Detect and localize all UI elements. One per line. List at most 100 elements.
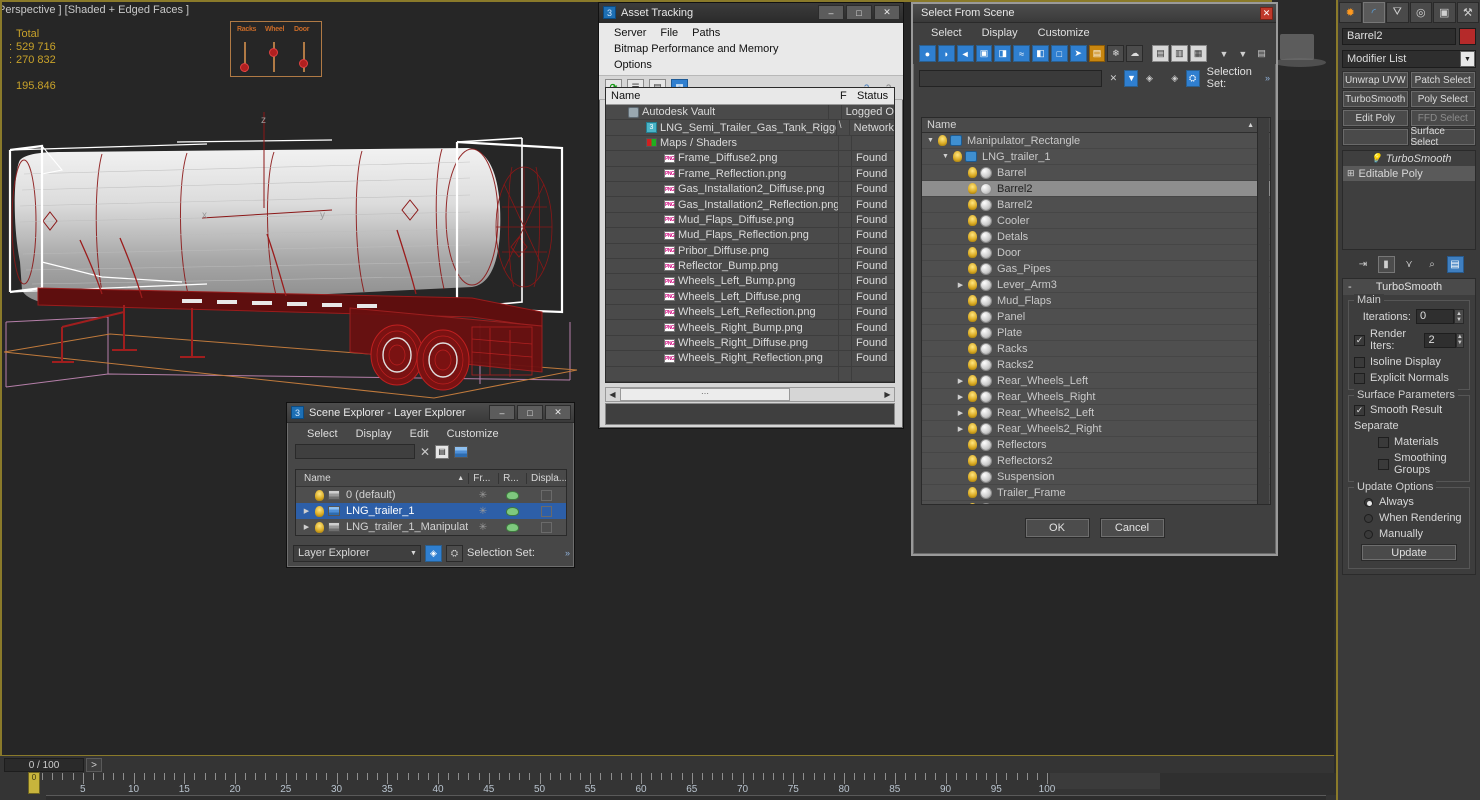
- scene-explorer-menubar[interactable]: Select Display Edit Customize: [287, 423, 574, 444]
- table-row[interactable]: PNG Gas_Installation2_Reflection.png Found: [606, 197, 894, 213]
- lightbulb-icon[interactable]: [968, 375, 977, 386]
- render-icon[interactable]: [505, 490, 519, 500]
- lightbulb-icon[interactable]: [968, 343, 977, 354]
- lightbulb-icon[interactable]: [968, 471, 977, 482]
- table-row[interactable]: PNG Wheels_Right_Reflection.png Found: [606, 351, 894, 367]
- update-when-rendering-row[interactable]: When Rendering: [1354, 512, 1464, 524]
- explicit-normals-row[interactable]: Explicit Normals: [1354, 372, 1464, 384]
- collapse-icon[interactable]: ▥: [1170, 45, 1188, 62]
- table-row[interactable]: PNG Frame_Reflection.png Found: [606, 166, 894, 182]
- sfs-titlebar[interactable]: Select From Scene ✕: [913, 4, 1276, 23]
- sfs-menubar[interactable]: Select Display Customize: [913, 23, 1276, 43]
- chevron-right-icon[interactable]: ▶: [956, 425, 965, 433]
- object-name-row[interactable]: Barrel2: [1338, 25, 1480, 48]
- chevron-right-icon[interactable]: ▶: [956, 393, 965, 401]
- tree-node[interactable]: Detals: [922, 229, 1270, 245]
- command-panel[interactable]: ✹ ◜ ⛛ ◎ ▣ ⚒ Barrel2 Modifier List ▼ Unwr…: [1336, 0, 1480, 800]
- chevron-right-icon[interactable]: ▶: [302, 507, 311, 515]
- table-row[interactable]: PNG Reflector_Bump.png Found: [606, 258, 894, 275]
- next-frame-button[interactable]: >: [86, 757, 102, 772]
- search-input[interactable]: [295, 444, 415, 459]
- tree-node[interactable]: Gas_Pipes: [922, 261, 1270, 277]
- expand-icon[interactable]: ▤: [1152, 45, 1169, 62]
- containers-icon[interactable]: ▤: [1088, 45, 1106, 62]
- table-row[interactable]: PNG Mud_Flaps_Diffuse.png Found: [606, 212, 894, 229]
- layer-icon[interactable]: ◈: [1168, 70, 1182, 87]
- render-icon[interactable]: [505, 506, 519, 516]
- geometry-icon[interactable]: ●: [919, 45, 936, 62]
- explicit-normals-checkbox[interactable]: [1354, 372, 1365, 384]
- table-row[interactable]: PNG Wheels_Left_Bump.png Found: [606, 274, 894, 290]
- tree-node[interactable]: Racks2: [922, 357, 1270, 373]
- table-row[interactable]: PNG Gas_Installation2_Diffuse.png Found: [606, 181, 894, 198]
- maximize-button[interactable]: □: [846, 5, 872, 20]
- chevron-right-icon[interactable]: ▶: [956, 377, 965, 385]
- layers-icon[interactable]: ◈: [425, 544, 442, 562]
- freeze-icon[interactable]: ✳: [468, 522, 498, 533]
- sfs-search-row[interactable]: ✕ ▼ ◈ ◈ ⛭ Selection Set: »: [913, 64, 1276, 94]
- chevron-down-icon[interactable]: ▼: [926, 137, 935, 144]
- turbosmooth-rollout[interactable]: - TurboSmooth Main Iterations: 0 ▲ ▼ ✓ Re…: [1342, 278, 1476, 575]
- stack-item-turbosmooth[interactable]: 💡 TurboSmooth: [1343, 151, 1475, 166]
- modify-icon[interactable]: ◜: [1362, 2, 1385, 23]
- smooth-result-row[interactable]: ✓ Smooth Result: [1354, 404, 1464, 416]
- lightbulb-icon[interactable]: [968, 247, 977, 258]
- overflow-chevron-icon[interactable]: »: [1265, 73, 1270, 83]
- hide-icon[interactable]: ☁: [1126, 45, 1144, 62]
- time-bar[interactable]: 0 / 100 >: [0, 755, 1334, 773]
- update-button[interactable]: Update: [1361, 544, 1457, 561]
- stack-item-editable-poly[interactable]: ⊞ Editable Poly: [1343, 166, 1475, 181]
- ok-button[interactable]: OK: [1024, 518, 1090, 538]
- iterations-field[interactable]: 0: [1416, 309, 1454, 324]
- tree-node[interactable]: Racks: [922, 341, 1270, 357]
- sort-arrow-icon[interactable]: ▲: [453, 475, 468, 482]
- display-icon[interactable]: [540, 505, 552, 517]
- lightbulb-icon[interactable]: [968, 279, 977, 290]
- menu-display[interactable]: Display: [982, 27, 1018, 39]
- viewport-manipulator-panel[interactable]: Racks Wheel Door: [230, 21, 322, 77]
- rollout-header[interactable]: - TurboSmooth: [1343, 279, 1475, 295]
- layer-row[interactable]: ▶ LNG_trailer_1_Manipulator ✳: [296, 519, 566, 535]
- select-layer-icon[interactable]: ◈: [1142, 70, 1156, 87]
- cameras-icon[interactable]: ▣: [975, 45, 993, 62]
- menu-edit[interactable]: Edit: [410, 428, 429, 440]
- clear-x-icon[interactable]: ✕: [1106, 70, 1120, 87]
- chevron-right-icon[interactable]: ▶: [956, 281, 965, 289]
- tree-node[interactable]: Barrel: [922, 165, 1270, 181]
- modifier-button-turbosmooth[interactable]: TurboSmooth: [1342, 90, 1409, 108]
- cancel-button[interactable]: Cancel: [1099, 518, 1165, 538]
- lightbulb-icon[interactable]: [968, 359, 977, 370]
- update-manually-row[interactable]: Manually: [1354, 528, 1464, 540]
- tree-node[interactable]: ▼ LNG_trailer_1: [922, 149, 1270, 165]
- scene-explorer-titlebar[interactable]: 3 Scene Explorer - Layer Explorer – □ ✕: [287, 403, 574, 423]
- chevron-down-icon[interactable]: ▼: [407, 550, 420, 557]
- sfs-column-header[interactable]: Name ▲: [922, 118, 1270, 133]
- tree-node[interactable]: ▶ Lever_Arm3: [922, 277, 1270, 293]
- lightbulb-icon[interactable]: [968, 455, 977, 466]
- table-row[interactable]: 3LNG_Semi_Trailer_Gas_Tank_Rigged_vra...…: [606, 120, 894, 136]
- always-radio[interactable]: [1364, 497, 1373, 507]
- modifier-button-poly-select[interactable]: Poly Select: [1409, 90, 1476, 108]
- lightbulb-icon[interactable]: [968, 183, 977, 194]
- display-icon[interactable]: [540, 489, 552, 501]
- lightbulb-icon[interactable]: [938, 135, 947, 146]
- track-bar[interactable]: [46, 795, 1326, 800]
- chevron-down-icon[interactable]: ▼: [941, 153, 950, 160]
- lightbulb-icon[interactable]: [968, 167, 977, 178]
- lightbulb-icon[interactable]: [953, 151, 962, 162]
- isoline-row[interactable]: Isoline Display: [1354, 356, 1464, 368]
- chevron-right-icon[interactable]: ▶: [956, 409, 965, 417]
- explorer-mode-combo[interactable]: Layer Explorer ▼: [293, 544, 421, 562]
- trailer-3d-model[interactable]: [2, 112, 602, 412]
- lightbulb-icon[interactable]: [968, 423, 977, 434]
- lightbulb-icon[interactable]: [968, 199, 977, 210]
- tree-node[interactable]: Panel: [922, 309, 1270, 325]
- update-always-row[interactable]: Always: [1354, 496, 1464, 508]
- modifier-button-grid[interactable]: Unwrap UVW Patch Select TurboSmooth Poly Se…: [1342, 71, 1476, 148]
- show-end-result-icon[interactable]: ▮: [1377, 255, 1395, 273]
- current-frame-field[interactable]: 0 / 100: [4, 757, 84, 772]
- utilities-icon[interactable]: ⚒: [1456, 2, 1479, 23]
- smoothing-groups-row[interactable]: Smoothing Groups: [1354, 452, 1464, 476]
- manip-slider-racks[interactable]: [240, 63, 249, 72]
- scroll-left-arrow[interactable]: ◀: [606, 388, 619, 401]
